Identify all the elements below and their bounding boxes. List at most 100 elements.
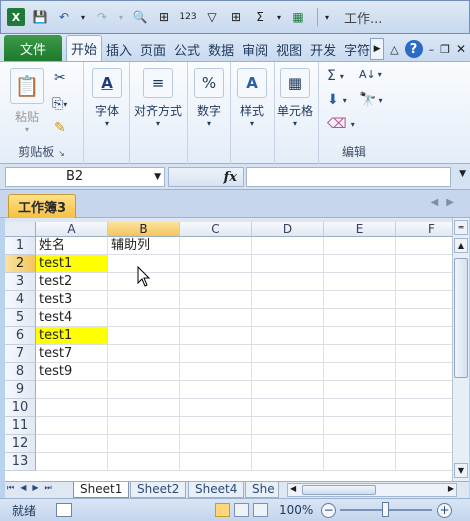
name-box[interactable]: B2 ▼ [5, 167, 165, 187]
copy-icon[interactable]: ⎘ ▾ [52, 96, 67, 112]
styles-button[interactable]: A 样式 ▾ [237, 68, 267, 128]
row-header-8[interactable]: 8 [5, 363, 36, 381]
cell-a4[interactable]: test3 [36, 291, 108, 309]
cell-d11[interactable] [252, 417, 324, 435]
row-header-11[interactable]: 11 [5, 417, 36, 435]
column-header-b[interactable]: B [108, 222, 180, 237]
row-header-10[interactable]: 10 [5, 399, 36, 417]
cell-e12[interactable] [324, 435, 396, 453]
tab-review[interactable]: 审阅 [238, 37, 272, 61]
cell-a5[interactable]: test4 [36, 309, 108, 327]
sort-filter-icon[interactable]: A↓ ▾ [359, 68, 382, 81]
dialog-launcher-icon[interactable]: ↘ [58, 149, 65, 158]
macro-record-icon[interactable] [56, 503, 72, 517]
page-break-view-icon[interactable] [253, 503, 268, 517]
cell-c11[interactable] [180, 417, 252, 435]
cell-c1[interactable] [180, 237, 252, 255]
zoom-out-icon[interactable]: − [321, 503, 336, 518]
cell-c6[interactable] [180, 327, 252, 345]
autosum-icon[interactable]: Σ [251, 8, 269, 26]
cell-d4[interactable] [252, 291, 324, 309]
undo-dropdown-icon[interactable]: ▾ [79, 8, 87, 26]
scroll-right-icon[interactable]: ▶ [448, 484, 454, 493]
horizontal-scroll-thumb[interactable] [302, 485, 376, 495]
sheet-tab-partial[interactable]: She [245, 482, 279, 498]
column-header-c[interactable]: C [180, 222, 252, 237]
cell-f11[interactable] [396, 417, 452, 435]
paste-button[interactable]: 📋 粘贴 ▾ [10, 68, 44, 134]
cell-e3[interactable] [324, 273, 396, 291]
autosum-dropdown-icon[interactable]: ▾ [275, 8, 283, 26]
cell-c3[interactable] [180, 273, 252, 291]
page-layout-view-icon[interactable] [234, 503, 249, 517]
cell-f13[interactable] [396, 453, 452, 471]
cell-b8[interactable] [108, 363, 180, 381]
cell-c8[interactable] [180, 363, 252, 381]
cell-d12[interactable] [252, 435, 324, 453]
cell-a2[interactable]: test1 [36, 255, 108, 273]
cell-a6[interactable]: test1 [36, 327, 108, 345]
select-all-corner[interactable] [5, 222, 36, 237]
row-header-13[interactable]: 13 [5, 453, 36, 471]
tab-file[interactable]: 文件 [4, 35, 62, 61]
cell-b10[interactable] [108, 399, 180, 417]
row-header-12[interactable]: 12 [5, 435, 36, 453]
tab-home[interactable]: 开始 [66, 35, 103, 61]
cell-d1[interactable] [252, 237, 324, 255]
fill-icon[interactable]: ⬇ ▾ [327, 92, 347, 108]
cell-e8[interactable] [324, 363, 396, 381]
cell-c12[interactable] [180, 435, 252, 453]
column-header-d[interactable]: D [252, 222, 324, 237]
cell-f6[interactable] [396, 327, 452, 345]
workbook-nav-arrows[interactable]: ◀▶ [431, 197, 462, 208]
cell-d3[interactable] [252, 273, 324, 291]
sheet-icon[interactable]: ▦ [289, 8, 307, 26]
cell-e13[interactable] [324, 453, 396, 471]
cell-e9[interactable] [324, 381, 396, 399]
cell-e5[interactable] [324, 309, 396, 327]
insert-function-button[interactable]: fx [168, 167, 244, 187]
cell-b1[interactable]: 辅助列 [108, 237, 180, 255]
row-header-6[interactable]: 6 [5, 327, 36, 345]
row-header-4[interactable]: 4 [5, 291, 36, 309]
column-header-a[interactable]: A [36, 222, 108, 237]
cell-a12[interactable] [36, 435, 108, 453]
excel-logo-icon[interactable]: X [7, 8, 25, 26]
cell-e11[interactable] [324, 417, 396, 435]
cell-c7[interactable] [180, 345, 252, 363]
format-painter-icon[interactable]: ✎ [54, 120, 66, 136]
cell-b12[interactable] [108, 435, 180, 453]
sheet-tab-sheet2[interactable]: Sheet2 [130, 482, 187, 498]
cell-c13[interactable] [180, 453, 252, 471]
tab-page-layout[interactable]: 页面 [136, 37, 170, 61]
cell-a8[interactable]: test9 [36, 363, 108, 381]
cells-button[interactable]: ▦ 单元格 ▾ [277, 68, 313, 128]
row-header-9[interactable]: 9 [5, 381, 36, 399]
row-header-1[interactable]: 1 [5, 237, 36, 255]
cell-b13[interactable] [108, 453, 180, 471]
window-close-icon[interactable]: ✕ [456, 42, 466, 56]
clear-icon[interactable]: ⌫ ▾ [327, 116, 355, 132]
cell-d2[interactable] [252, 255, 324, 273]
scroll-down-icon[interactable]: ▼ [454, 463, 468, 478]
scroll-up-icon[interactable]: ▲ [454, 238, 468, 253]
cell-b4[interactable] [108, 291, 180, 309]
cell-b11[interactable] [108, 417, 180, 435]
find-select-icon[interactable]: 🔭 ▾ [359, 92, 382, 108]
window-restore-icon[interactable]: ❐ [440, 43, 450, 56]
cell-f3[interactable] [396, 273, 452, 291]
cell-a7[interactable]: test7 [36, 345, 108, 363]
cell-b9[interactable] [108, 381, 180, 399]
cell-f1[interactable] [396, 237, 452, 255]
cell-e2[interactable] [324, 255, 396, 273]
cell-a9[interactable] [36, 381, 108, 399]
vertical-scroll-thumb[interactable] [454, 258, 468, 378]
cell-a3[interactable]: test2 [36, 273, 108, 291]
row-header-7[interactable]: 7 [5, 345, 36, 363]
filter-icon[interactable]: ▽ [203, 8, 221, 26]
print-preview-icon[interactable]: 🔍 [131, 8, 149, 26]
cell-e1[interactable] [324, 237, 396, 255]
cell-d6[interactable] [252, 327, 324, 345]
name-box-dropdown-icon[interactable]: ▼ [154, 168, 161, 186]
cell-f7[interactable] [396, 345, 452, 363]
